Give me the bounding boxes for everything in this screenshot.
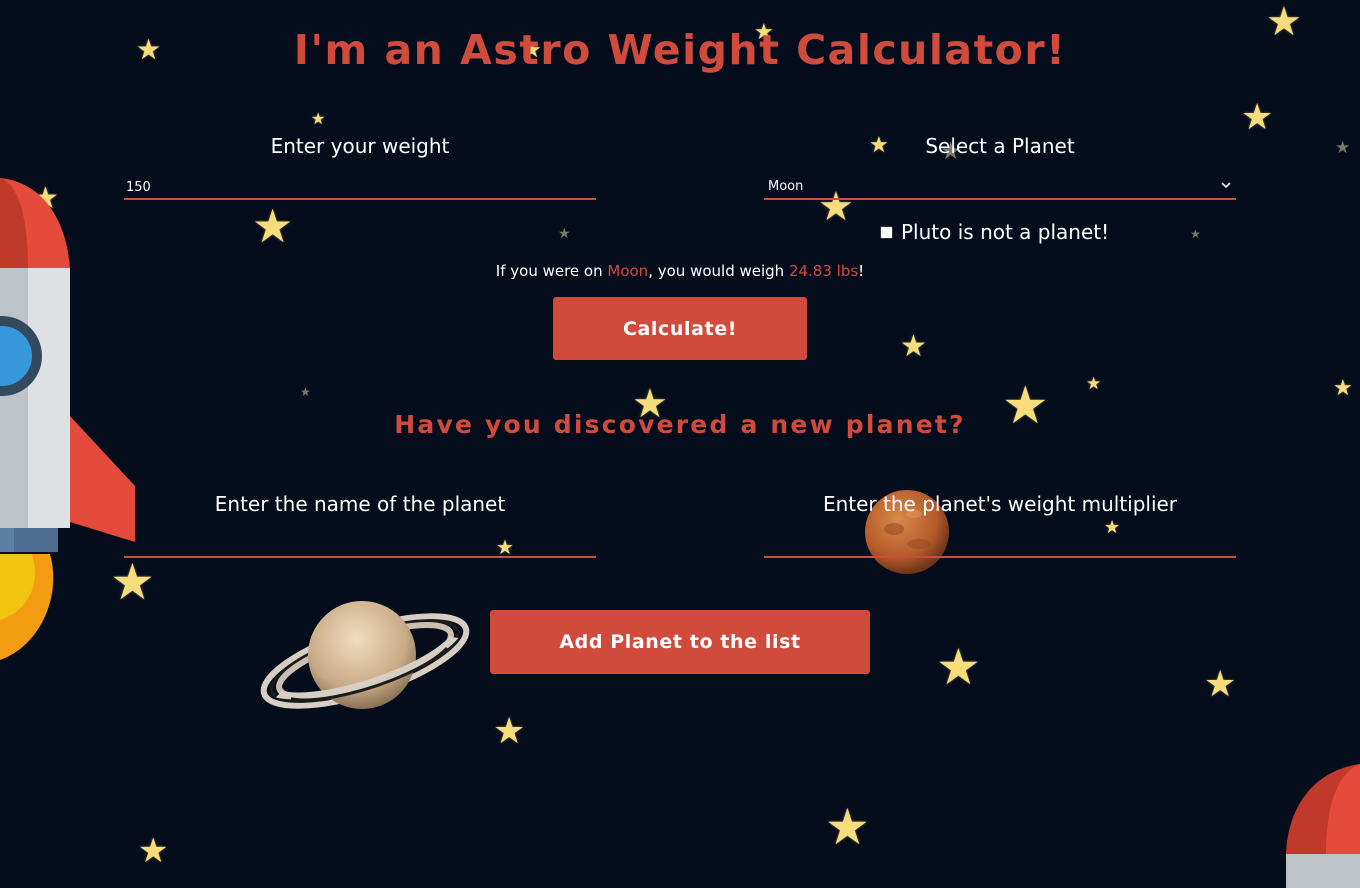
star-icon: ★ — [1204, 664, 1237, 705]
result-suffix: ! — [858, 262, 865, 280]
new-planet-heading: Have you discovered a new planet? — [394, 410, 966, 439]
planet-name-input[interactable] — [124, 534, 596, 558]
result-planet: Moon — [607, 262, 649, 280]
planet-select-label: Select a Planet — [925, 134, 1075, 158]
astro-weight-page: ★ ★ ★ ★ ★ ★ ★ ★ ★ ★ ★ ★ ★ ★ ★ ★ ★ ★ ★ ★ … — [0, 0, 1360, 888]
multiplier-label: Enter the planet's weight multiplier — [822, 492, 1178, 516]
star-icon: ★ — [900, 329, 927, 364]
pluto-checkbox[interactable] — [880, 225, 893, 239]
star-icon: ★ — [1335, 138, 1351, 158]
star-icon: ★ — [252, 199, 294, 253]
star-icon: ★ — [138, 831, 169, 871]
result-weight: 24.83 lbs — [788, 262, 859, 280]
star-icon: ★ — [493, 711, 526, 752]
star-icon: ★ — [825, 798, 870, 856]
star-icon: ★ — [936, 638, 981, 696]
star-icon: ★ — [1086, 374, 1102, 394]
star-icon: ★ — [558, 226, 571, 242]
planet-select-value: Moon — [768, 179, 804, 194]
multiplier-input[interactable] — [764, 534, 1236, 558]
result-prefix: If you were on — [495, 262, 608, 280]
star-icon: ★ — [1190, 227, 1201, 241]
result-message: If you were on Moon, you would weigh 24.… — [0, 262, 1360, 280]
weight-input[interactable] — [124, 176, 596, 200]
add-planet-button[interactable]: Add Planet to the list — [490, 610, 870, 674]
rocket-nose-illustration — [1286, 764, 1360, 888]
star-icon: ★ — [1333, 376, 1353, 401]
pluto-checkbox-row[interactable]: Pluto is not a planet! — [880, 220, 1109, 244]
planet-select[interactable]: Moon — [764, 176, 1236, 200]
planet-name-label: Enter the name of the planet — [214, 492, 506, 516]
chevron-down-icon — [1221, 182, 1231, 189]
weight-label: Enter your weight — [270, 134, 450, 158]
star-icon: ★ — [311, 109, 326, 128]
star-icon: ★ — [300, 385, 311, 399]
star-icon: ★ — [1241, 97, 1274, 138]
page-title: I'm an Astro Weight Calculator! — [293, 26, 1067, 74]
saturn-illustration — [260, 601, 470, 709]
calculate-button[interactable]: Calculate! — [553, 297, 807, 360]
pluto-checkbox-label: Pluto is not a planet! — [901, 220, 1110, 244]
result-middle: , you would weigh — [648, 262, 789, 280]
